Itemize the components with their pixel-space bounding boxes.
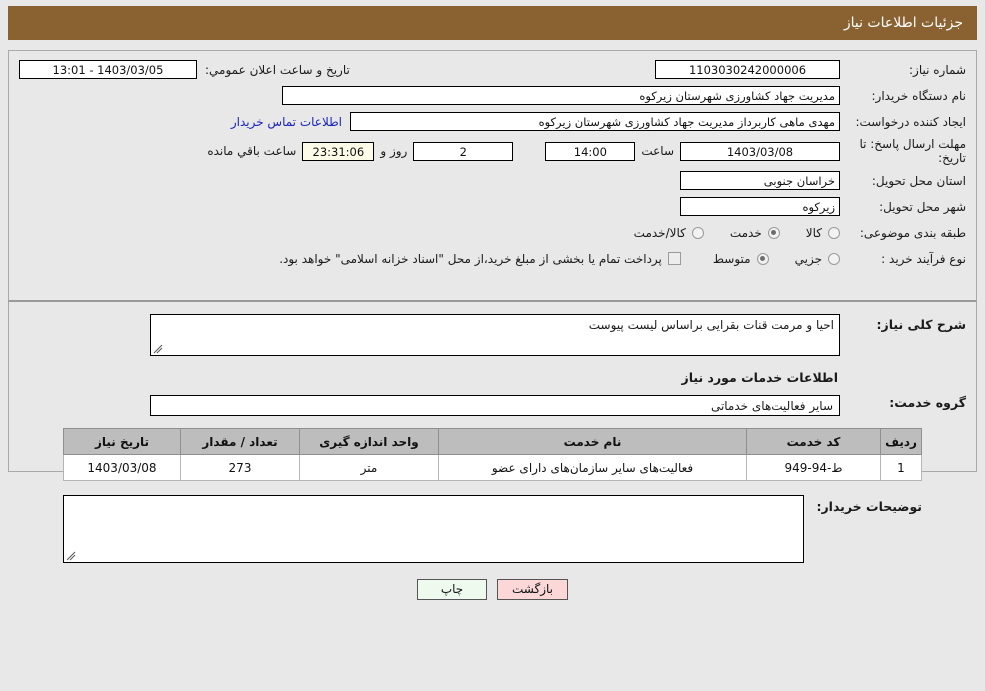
- hour-label: ساعت: [641, 144, 674, 158]
- cell-need-date: 1403/03/08: [63, 454, 181, 481]
- category-option-label-2: کالا/خدمت: [633, 225, 686, 240]
- col-header-need-date: تاریخ نیاز: [63, 428, 181, 455]
- cell-service-name: فعالیت‌های سایر سازمان‌های دارای عضو: [438, 454, 747, 481]
- city-label: شهر محل تحویل:: [879, 199, 966, 214]
- cell-quantity: 273: [180, 454, 300, 481]
- buyer-comments-textarea[interactable]: [63, 495, 804, 563]
- cell-unit: متر: [299, 454, 439, 481]
- page-root: جزئیات اطلاعات نیاز شماره نیاز: 11030302…: [0, 0, 985, 691]
- row-general-description: شرح کلی نیاز: احیا و مرمت قنات بقرایی بر…: [19, 314, 966, 356]
- description-label: شرح کلی نیاز:: [876, 317, 966, 332]
- countdown-timer: 23:31:06: [302, 141, 375, 161]
- process-option-label-0: جزیي: [794, 251, 822, 266]
- cell-row-no: 1: [880, 454, 922, 481]
- row-buyer-org: نام دستگاه خریدار: مدیریت جهاد کشاورزی ش…: [19, 85, 966, 106]
- services-table-wrap: ردیف کد خدمت نام خدمت واحد اندازه گیری ت…: [19, 428, 966, 481]
- row-need-number: شماره نیاز: 1103030242000006 تاریخ و ساع…: [19, 59, 966, 80]
- buyer-contact-link[interactable]: اطلاعات تماس خریدار: [231, 115, 350, 129]
- page-title: جزئیات اطلاعات نیاز: [8, 6, 977, 40]
- col-header-row-no: ردیف: [880, 428, 922, 455]
- col-header-quantity: تعداد / مقدار: [180, 428, 300, 455]
- process-option-label-1: متوسط: [712, 251, 751, 266]
- description-value: احیا و مرمت قنات بقرایی براساس لیست پیوس…: [588, 318, 834, 332]
- service-group-value: سایر فعالیت‌های خدماتی: [150, 395, 840, 416]
- buyer-comments-label: توضیحات خریدار:: [816, 499, 922, 514]
- service-details-panel: شرح کلی نیاز: احیا و مرمت قنات بقرایی بر…: [8, 302, 977, 600]
- public-announce-label: تاریخ و ساعت اعلان عمومي:: [205, 62, 350, 77]
- need-info-panel: شماره نیاز: 1103030242000006 تاریخ و ساع…: [8, 50, 977, 302]
- col-header-unit: واحد اندازه گیری: [299, 428, 439, 455]
- table-header-row: ردیف کد خدمت نام خدمت واحد اندازه گیری ت…: [63, 428, 922, 455]
- row-deadline: مهلت ارسال پاسخ: تا تاریخ: 1403/03/08 سا…: [19, 137, 966, 165]
- table-row: 1 ط-94-949 فعالیت‌های سایر سازمان‌های دا…: [63, 454, 922, 481]
- back-button[interactable]: بازگشت: [497, 579, 568, 600]
- category-label: طبقه بندی موضوعی:: [859, 225, 966, 240]
- process-radio-motavaset[interactable]: متوسط: [713, 252, 769, 266]
- services-section-title: اطلاعات خدمات مورد نیاز: [681, 370, 839, 385]
- description-textarea[interactable]: احیا و مرمت قنات بقرایی براساس لیست پیوس…: [150, 314, 840, 356]
- radio-circle-selected-icon: [756, 252, 769, 265]
- deadline-time-value: 14:00: [545, 141, 636, 161]
- row-process: نوع فرآیند خرید : جزیي متوسط پرداخت تمام…: [19, 248, 966, 269]
- creator-value: مهدی ماهی کاربرداز مدیریت جهاد کشاورزی ش…: [350, 112, 840, 131]
- process-label: نوع فرآیند خرید :: [881, 251, 966, 266]
- buyer-org-value: مدیریت جهاد کشاورزی شهرستان زیرکوه: [282, 86, 840, 105]
- days-label: روز و: [380, 144, 408, 158]
- col-header-service-name: نام خدمت: [438, 428, 747, 455]
- process-radio-jozei[interactable]: جزیي: [795, 252, 840, 266]
- service-group-label: گروه خدمت:: [889, 395, 966, 410]
- checkbox-icon: [667, 252, 681, 265]
- footer-buttons: بازگشت چاپ: [19, 563, 966, 600]
- radio-circle-icon: [828, 226, 840, 239]
- remaining-label: ساعت باقي مانده: [207, 144, 297, 158]
- category-radio-khedmat[interactable]: خدمت: [730, 226, 780, 240]
- row-service-group: گروه خدمت: سایر فعالیت‌های خدماتی: [19, 395, 966, 416]
- category-option-label-0: کالا: [805, 225, 822, 240]
- province-label: استان محل تحویل:: [871, 173, 966, 188]
- services-table: ردیف کد خدمت نام خدمت واحد اندازه گیری ت…: [63, 428, 922, 481]
- row-city: شهر محل تحویل: زیرکوه: [19, 196, 966, 217]
- public-announce-value: 1403/03/05 - 13:01: [19, 60, 197, 79]
- treasury-checkbox-item[interactable]: پرداخت تمام یا بخشی از مبلغ خرید،از محل …: [279, 252, 681, 266]
- category-radio-group: کالا خدمت کالا/خدمت: [608, 226, 840, 240]
- need-number-value: 1103030242000006: [655, 60, 840, 79]
- radio-circle-icon: [691, 226, 704, 239]
- need-number-label: شماره نیاز:: [909, 62, 966, 77]
- creator-label: ایجاد کننده درخواست:: [855, 114, 966, 129]
- cell-service-code: ط-94-949: [746, 454, 881, 481]
- radio-circle-icon: [828, 252, 840, 265]
- resize-grip-icon: [153, 344, 163, 354]
- category-option-label-1: خدمت: [729, 225, 762, 240]
- radio-circle-selected-icon: [767, 226, 780, 239]
- buyer-org-label: نام دستگاه خریدار:: [871, 88, 967, 103]
- row-province: استان محل تحویل: خراسان جنوبی: [19, 170, 966, 191]
- process-radio-group: جزیي متوسط: [687, 252, 840, 266]
- print-button[interactable]: چاپ: [417, 579, 487, 600]
- row-category: طبقه بندی موضوعی: کالا خدمت کالا/خدمت: [19, 222, 966, 243]
- resize-grip-icon: [66, 551, 76, 561]
- category-radio-kala[interactable]: کالا: [806, 226, 840, 240]
- category-radio-kala-khedmat[interactable]: کالا/خدمت: [634, 226, 704, 240]
- deadline-date-value: 1403/03/08: [680, 141, 840, 161]
- treasury-note-text: پرداخت تمام یا بخشی از مبلغ خرید،از محل …: [279, 251, 662, 266]
- row-creator: ایجاد کننده درخواست: مهدی ماهی کاربرداز …: [19, 111, 966, 132]
- col-header-service-code: کد خدمت: [746, 428, 881, 455]
- remaining-days-value: 2: [413, 141, 514, 161]
- deadline-label: مهلت ارسال پاسخ: تا تاریخ:: [859, 137, 966, 165]
- province-value: خراسان جنوبی: [680, 171, 840, 190]
- city-value: زیرکوه: [680, 197, 840, 216]
- row-buyer-comments: توضیحات خریدار:: [19, 481, 966, 563]
